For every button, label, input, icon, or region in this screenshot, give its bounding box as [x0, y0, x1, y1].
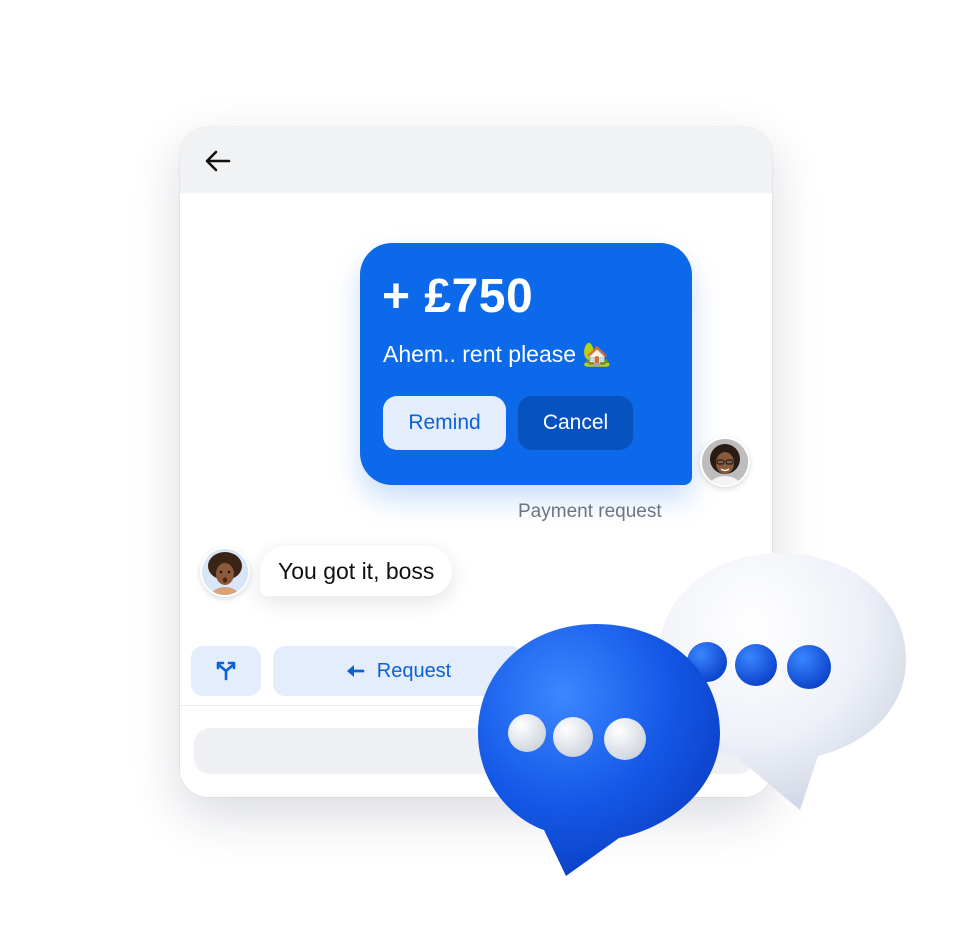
payment-request-caption: Payment request — [518, 501, 662, 522]
reply-text: You got it, boss — [278, 557, 435, 584]
avatar-portrait — [202, 549, 248, 595]
payment-note: Ahem.. rent please 🏡 — [383, 341, 612, 367]
request-label: Request — [376, 659, 452, 682]
payment-amount: + £750 — [382, 270, 534, 323]
split-arrows-icon — [216, 661, 236, 681]
blue-chat-bubble-icon — [478, 624, 720, 876]
arrow-left-icon — [205, 150, 231, 172]
split-button[interactable] — [191, 646, 261, 696]
back-button[interactable] — [202, 145, 234, 177]
cancel-button[interactable]: Cancel — [518, 396, 633, 450]
avatar-portrait — [702, 439, 748, 485]
arrow-left-icon — [346, 665, 365, 677]
chat-header — [180, 127, 772, 193]
payment-request-bubble: + £750 Ahem.. rent please 🏡 Remind Cance… — [360, 243, 692, 485]
avatar — [700, 437, 750, 487]
remind-button[interactable]: Remind — [383, 396, 506, 450]
avatar — [200, 547, 250, 597]
reply-bubble: You got it, boss — [260, 546, 453, 596]
